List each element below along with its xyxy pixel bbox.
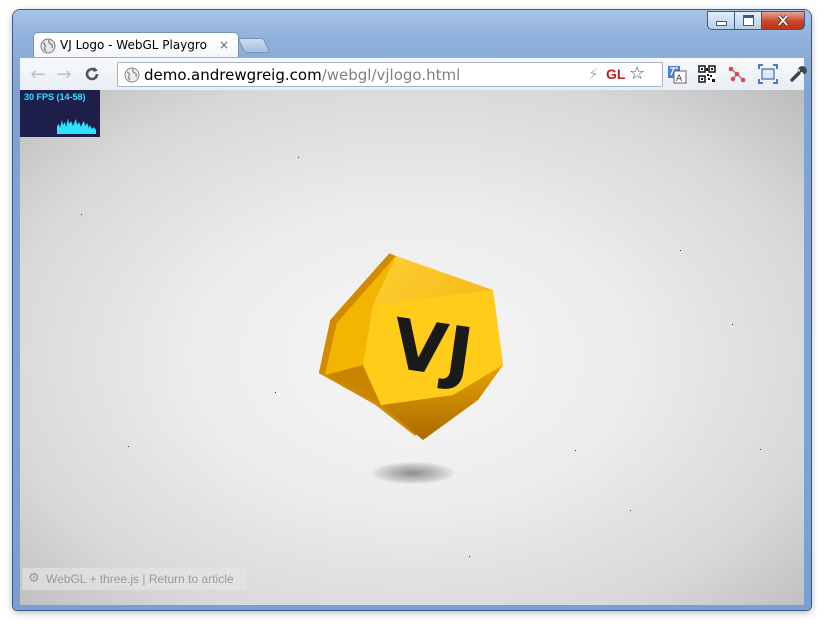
translate-icon: A (668, 66, 687, 84)
fullscreen-button[interactable] (758, 64, 778, 84)
qr-code-button[interactable] (697, 64, 717, 84)
webgl-canvas[interactable]: 30 FPS (14-58) VJ ⚙ WebGL + three.js | R… (20, 90, 804, 605)
gl-badge-icon[interactable]: GL (606, 66, 625, 82)
vj-logo-3d: VJ (318, 253, 503, 440)
logo-shadow (372, 462, 454, 484)
url-path: /webgl/vjlogo.html (321, 66, 461, 84)
minimize-icon (715, 21, 727, 26)
graph-icon (728, 66, 746, 83)
vj-logo-text: VJ (387, 303, 478, 395)
footer-bar[interactable]: ⚙ WebGL + three.js | Return to article (22, 568, 247, 590)
fps-graph (57, 118, 96, 134)
maximize-button[interactable] (734, 11, 761, 30)
fps-label: 30 FPS (14-58) (24, 92, 86, 102)
gear-icon: ⚙ (28, 571, 40, 586)
window-controls (707, 11, 805, 31)
wrench-icon (790, 66, 807, 82)
fps-stats-panel[interactable]: 30 FPS (14-58) (20, 90, 100, 137)
translate-button[interactable]: A (667, 64, 687, 84)
wrench-menu-button[interactable] (788, 64, 808, 84)
new-tab-button[interactable] (237, 38, 271, 53)
close-button[interactable] (761, 11, 805, 30)
fullscreen-icon (758, 64, 778, 84)
url-host: demo.andrewgreig.com (144, 66, 322, 84)
globe-icon (40, 38, 56, 54)
maximize-icon (742, 15, 754, 26)
url-text[interactable]: demo.andrewgreig.com/webgl/vjlogo.html (144, 66, 460, 84)
footer-link[interactable]: WebGL + three.js | Return to article (46, 572, 234, 586)
address-bar[interactable]: demo.andrewgreig.com/webgl/vjlogo.html ⚡… (117, 62, 663, 87)
bookmark-star-icon[interactable]: ☆ (629, 63, 645, 84)
lightning-icon[interactable]: ⚡ (588, 65, 599, 83)
forward-icon[interactable]: → (54, 64, 74, 85)
minimize-button[interactable] (707, 11, 734, 30)
browser-window: VJ Logo - WebGL Playgrour × ← → demo.and… (13, 10, 811, 610)
browser-toolbar: ← → demo.andrewgreig.com/webgl/vjlogo.ht… (20, 57, 807, 90)
close-icon (777, 15, 789, 26)
page-info-icon[interactable] (124, 67, 140, 83)
svg-text:A: A (676, 74, 683, 84)
graph-button[interactable] (727, 64, 747, 84)
qr-code-icon (698, 65, 716, 83)
tab-vj-logo[interactable]: VJ Logo - WebGL Playgrour × (33, 32, 239, 58)
tab-title: VJ Logo - WebGL Playgrour (60, 38, 208, 52)
tab-close-icon[interactable]: × (219, 38, 229, 52)
reload-icon[interactable] (82, 64, 102, 84)
back-icon[interactable]: ← (28, 64, 48, 85)
